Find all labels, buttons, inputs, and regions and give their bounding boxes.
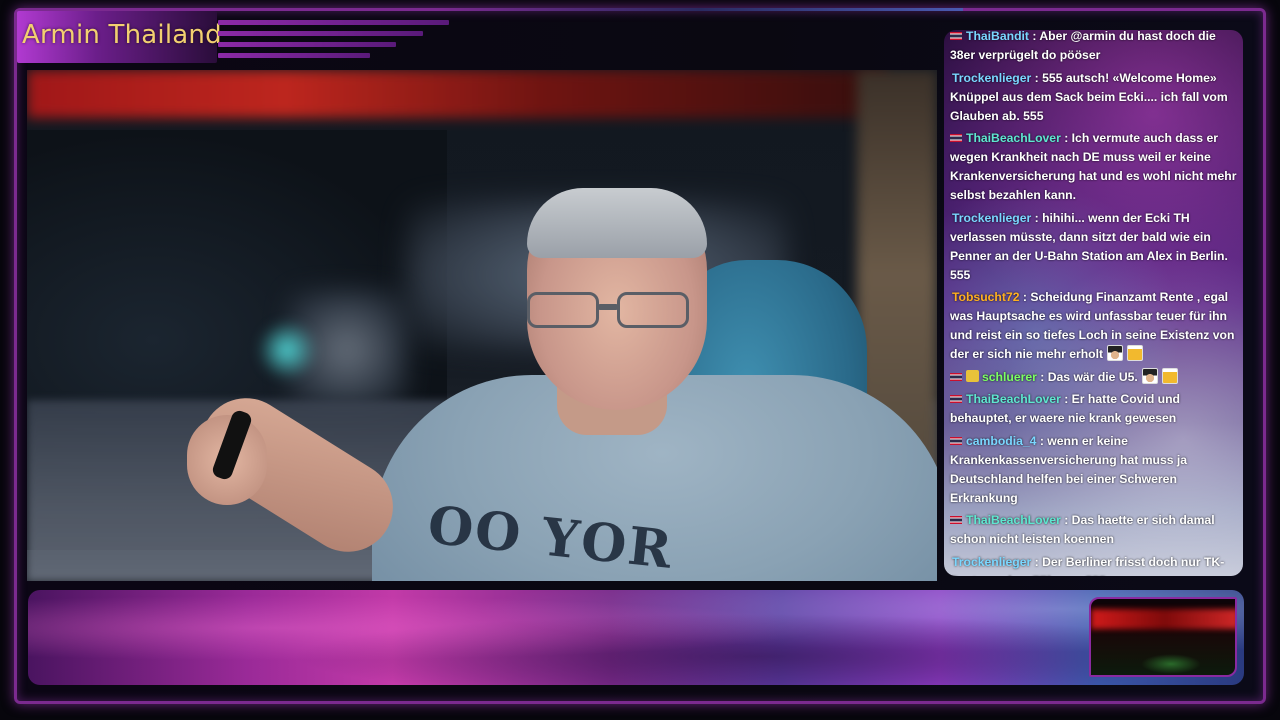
thai-flag-icon [950,395,962,403]
chat-username[interactable]: ThaiBandit [966,30,1029,43]
chat-message: Tobsucht72 : Scheidung Finanzamt Rente ,… [950,288,1242,364]
chat-username[interactable]: Tobsucht72 [952,290,1020,304]
chat-username[interactable]: cambodia_4 [966,434,1036,448]
chat-username[interactable]: Trockenlieger [952,71,1031,85]
beer-emote-icon [1161,367,1178,384]
thai-flag-icon [950,32,962,40]
video-person-hair [527,188,707,258]
chat-panel[interactable]: ThaiBandit : Aber @armin du hast doch di… [944,30,1243,576]
stream-title: Armin Thailand [22,20,222,50]
chat-message: Trockenlieger : Der Berliner frisst doch… [950,553,1242,577]
chat-message-list: ThaiBandit : Aber @armin du hast doch di… [950,30,1242,576]
emote-icon [966,369,979,382]
chat-username[interactable]: ThaiBeachLover [966,392,1061,406]
gentleman-emote-icon [1107,345,1124,361]
chat-username[interactable]: Trockenlieger [952,555,1031,569]
thai-flag-icon [950,436,962,445]
video-teal-light [257,320,317,380]
chat-message: cambodia_4 : wenn er keine Krankenkassen… [950,432,1242,508]
chat-message: ThaiBeachLover : Er hatte Covid und beha… [950,390,1242,428]
chat-username[interactable]: Trockenlieger [952,211,1031,225]
chat-username[interactable]: schluerer [982,370,1037,384]
chat-username[interactable]: ThaiBeachLover [966,513,1061,527]
chat-message: ThaiBeachLover : Ich vermute auch dass e… [950,129,1242,205]
webcam-video[interactable]: OO YOR [27,70,937,581]
chat-message: schluerer : Das wär die U5. [950,367,1242,387]
thai-flag-icon [950,516,962,524]
thai-flag-icon [950,372,962,381]
thai-flag-icon [950,134,962,142]
secondary-camera-thumbnail [1089,597,1237,677]
title-decoration [218,20,449,64]
chat-username[interactable]: ThaiBeachLover [966,131,1061,145]
chat-message: Trockenlieger : 555 autsch! «Welcome Hom… [950,69,1242,126]
beer-emote-icon [1127,345,1144,361]
chat-message: ThaiBandit : Aber @armin du hast doch di… [950,30,1242,65]
chat-text: : Das wär die U5. [1036,369,1138,384]
glasses [527,292,692,332]
gentleman-emote-icon [1141,367,1158,384]
chat-message: Trockenlieger : hihihi... wenn der Ecki … [950,209,1242,285]
chat-message: ThaiBeachLover : Das haette er sich dama… [950,511,1242,549]
video-red-light [27,70,887,118]
bottom-banner [28,590,1244,685]
